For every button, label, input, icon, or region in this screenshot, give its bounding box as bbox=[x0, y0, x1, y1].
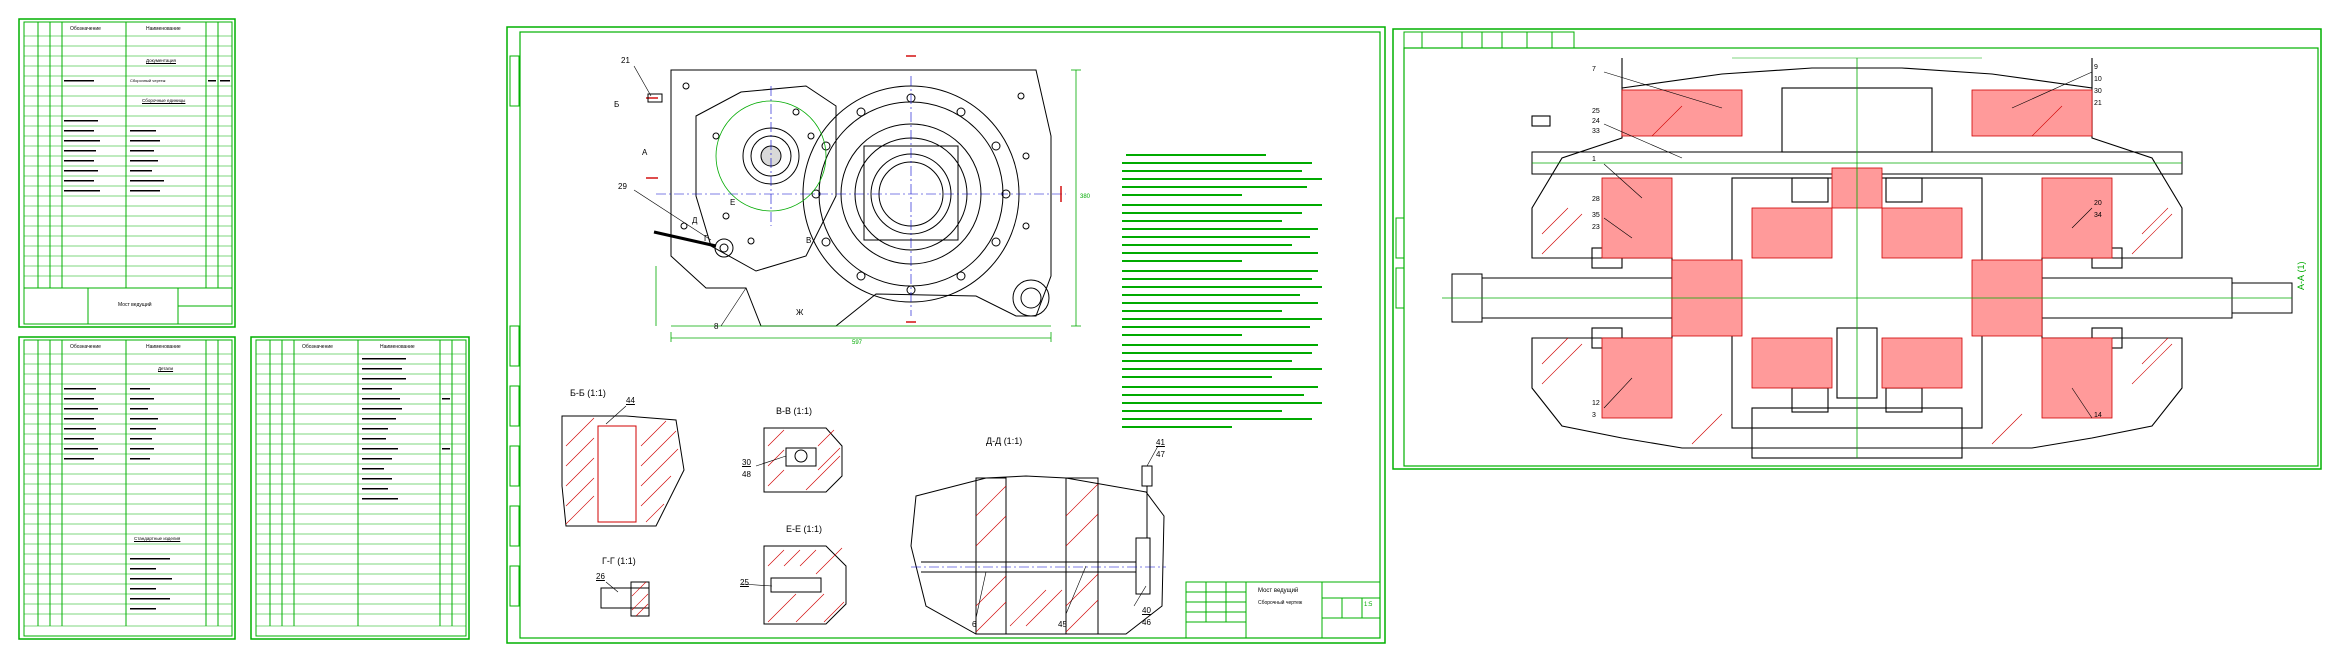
spec-sheet-3: Обозначение Наименование bbox=[250, 336, 470, 640]
assembly-drawing-svg bbox=[506, 26, 1386, 644]
view-leader-24: 24 bbox=[1592, 118, 1600, 125]
cut-label-zh: Ж bbox=[796, 308, 804, 317]
spec1-doc-item: Сборочный чертеж bbox=[130, 78, 166, 83]
view-leader-35: 35 bbox=[1592, 212, 1600, 219]
section-ee-title: Е-Е (1:1) bbox=[786, 524, 823, 534]
cut-label-b: Б bbox=[614, 100, 620, 109]
view-leader-1: 1 bbox=[1592, 156, 1596, 163]
spec-sheet-1: Обозначение Наименование Документация Сб… bbox=[18, 18, 236, 328]
leader-45: 45 bbox=[1058, 620, 1067, 629]
label-21: 21 bbox=[621, 56, 630, 65]
section-vv bbox=[763, 427, 843, 493]
view-leader-20: 20 bbox=[2094, 200, 2102, 207]
spec2-header-name: Наименование bbox=[146, 344, 181, 350]
leader-48: 48 bbox=[742, 470, 751, 479]
cut-label-g: Г bbox=[704, 234, 709, 243]
spec1-header-designation: Обозначение bbox=[70, 26, 101, 32]
view-leader-12: 12 bbox=[1592, 400, 1600, 407]
spec-sheet-2-frame bbox=[18, 336, 236, 640]
spec1-title: Мост ведущий bbox=[118, 302, 152, 308]
cut-label-d: Д bbox=[692, 216, 698, 225]
view-leader-33: 33 bbox=[1592, 128, 1600, 135]
label-8: 8 bbox=[714, 322, 719, 331]
spec2-header-designation: Обозначение bbox=[70, 344, 101, 350]
dim-height: 380 bbox=[1080, 194, 1091, 200]
cross-section-sheet: А-А (1) 7 25 24 33 1 28 35 23 12 3 9 10 … bbox=[1392, 28, 2322, 470]
view-leader-9: 9 bbox=[2094, 64, 2098, 71]
dim-width: 597 bbox=[852, 340, 863, 346]
view-leader-23: 23 bbox=[1592, 224, 1600, 231]
section-gg bbox=[600, 581, 650, 617]
spec1-group-docs: Документация bbox=[146, 58, 176, 63]
leader-47: 47 bbox=[1156, 450, 1165, 459]
spec2-group-standard: Стандартные изделия bbox=[134, 536, 181, 541]
spec1-group-assemblies: Сборочные единицы bbox=[142, 98, 186, 103]
leader-44: 44 bbox=[626, 396, 635, 405]
view-leader-14: 14 bbox=[2094, 412, 2102, 419]
spec2-group-parts: Детали bbox=[158, 366, 174, 371]
leader-25: 25 bbox=[740, 578, 749, 587]
spec-sheet-1-frame bbox=[18, 18, 236, 328]
view-leader-21: 21 bbox=[2094, 100, 2102, 107]
spec3-header-name: Наименование bbox=[380, 344, 415, 350]
leader-46: 46 bbox=[1142, 618, 1151, 627]
view-leader-3: 3 bbox=[1592, 412, 1596, 419]
section-dd-title: Д-Д (1:1) bbox=[986, 436, 1023, 446]
front-view bbox=[653, 69, 1052, 327]
title-block-scale: 1:5 bbox=[1364, 602, 1373, 608]
view-leader-34: 34 bbox=[2094, 212, 2102, 219]
technical-requirements bbox=[1122, 154, 1322, 428]
leader-41: 41 bbox=[1156, 438, 1165, 447]
view-leader-10: 10 bbox=[2094, 76, 2102, 83]
assembly-drawing-sheet: 21 29 8 Б А Д Г Е В Ж 597 380 Б-Б (1:1) … bbox=[506, 26, 1386, 644]
title-block-name: Мост ведущий bbox=[1258, 588, 1299, 594]
leader-6: 6 bbox=[972, 620, 977, 629]
cross-section-svg bbox=[1392, 28, 2322, 470]
view-leader-25: 25 bbox=[1592, 108, 1600, 115]
section-bb-title: Б-Б (1:1) bbox=[570, 388, 606, 398]
spec-sheet-2: Обозначение Наименование Детали Стандарт… bbox=[18, 336, 236, 640]
spec3-header-designation: Обозначение bbox=[302, 344, 333, 350]
view-leader-7: 7 bbox=[1592, 66, 1596, 73]
cut-label-a: А bbox=[642, 148, 648, 157]
cut-label-e: Е bbox=[730, 198, 736, 207]
view-leader-30: 30 bbox=[2094, 88, 2102, 95]
spec1-header-name: Наименование bbox=[146, 26, 181, 32]
cut-label-v: В bbox=[806, 236, 812, 245]
leader-40: 40 bbox=[1142, 606, 1151, 615]
section-dd bbox=[910, 465, 1165, 635]
leader-26: 26 bbox=[596, 572, 605, 581]
title-block-doc: Сборочный чертеж bbox=[1258, 600, 1303, 606]
view-leader-28: 28 bbox=[1592, 196, 1600, 203]
section-vv-title: В-В (1:1) bbox=[776, 406, 813, 416]
spec-sheet-3-frame bbox=[250, 336, 470, 640]
section-aa-label: А-А (1) bbox=[2296, 261, 2306, 290]
label-29: 29 bbox=[618, 182, 627, 191]
leader-30: 30 bbox=[742, 458, 751, 467]
section-gg-title: Г-Г (1:1) bbox=[602, 556, 636, 566]
